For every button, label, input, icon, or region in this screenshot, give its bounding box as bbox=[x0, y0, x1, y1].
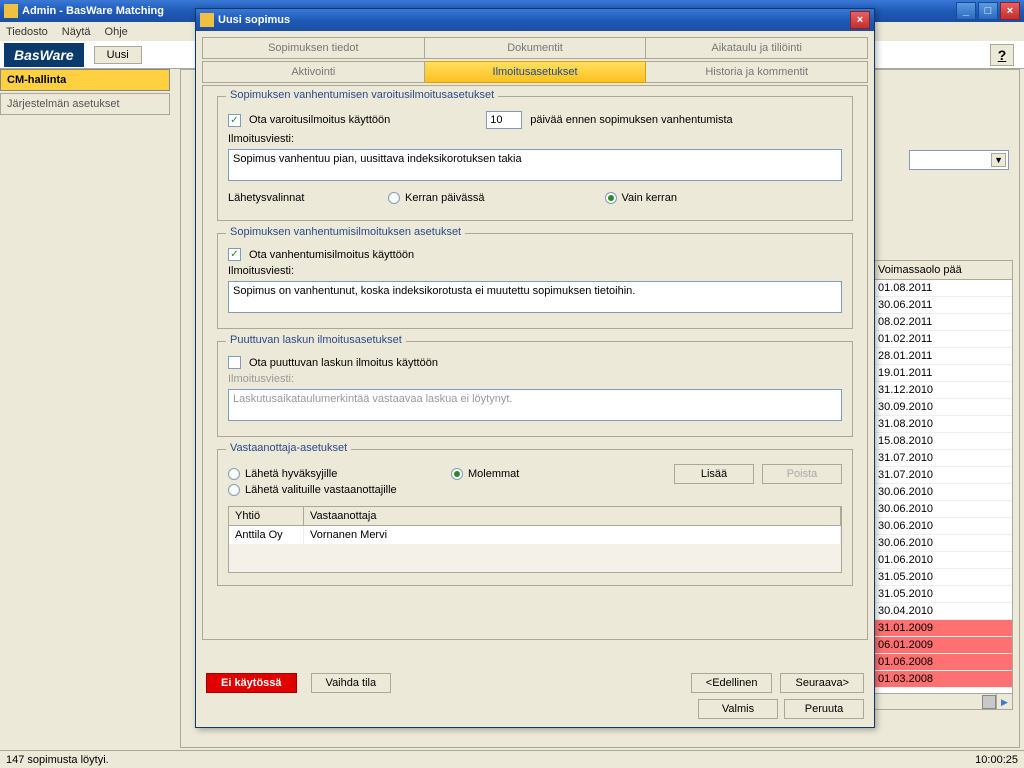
dialog-close-button[interactable]: × bbox=[850, 11, 870, 29]
validity-row[interactable]: 30.06.2010 bbox=[874, 484, 1012, 501]
tab[interactable]: Dokumentit bbox=[425, 37, 647, 59]
h-scrollbar[interactable]: ▶ bbox=[874, 693, 1012, 709]
validity-row[interactable]: 08.02.2011 bbox=[874, 314, 1012, 331]
days-input[interactable] bbox=[486, 111, 522, 129]
validity-row[interactable]: 01.02.2011 bbox=[874, 331, 1012, 348]
recipient-row[interactable]: Anttila Oy Vornanen Mervi bbox=[229, 526, 841, 544]
enable-expiry-label: Ota vanhentumisilmoitus käyttöön bbox=[249, 249, 414, 261]
validity-table: Voimassaolo pää 01.08.201130.06.201108.0… bbox=[873, 260, 1013, 710]
validity-row[interactable]: 31.07.2010 bbox=[874, 467, 1012, 484]
minimize-button[interactable]: _ bbox=[956, 2, 976, 20]
enable-expiry-checkbox[interactable]: ✓ bbox=[228, 248, 241, 261]
dialog-titlebar: Uusi sopimus × bbox=[196, 9, 874, 31]
validity-body[interactable]: 01.08.201130.06.201108.02.201101.02.2011… bbox=[874, 280, 1012, 696]
tab[interactable]: Historia ja kommentit bbox=[646, 61, 868, 83]
validity-header[interactable]: Voimassaolo pää bbox=[874, 261, 1012, 280]
validity-row[interactable]: 15.08.2010 bbox=[874, 433, 1012, 450]
validity-row[interactable]: 28.01.2011 bbox=[874, 348, 1012, 365]
missing-invoice-group: Puuttuvan laskun ilmoitusasetukset Ota p… bbox=[217, 341, 853, 437]
logo: BasWare bbox=[4, 43, 84, 67]
validity-row[interactable]: 30.04.2010 bbox=[874, 603, 1012, 620]
filter-dropdown[interactable] bbox=[909, 150, 1009, 170]
warning-legend: Sopimuksen vanhentumisen varoitusilmoitu… bbox=[226, 89, 498, 101]
dialog-title: Uusi sopimus bbox=[218, 14, 850, 26]
close-button[interactable]: × bbox=[1000, 2, 1020, 20]
next-button[interactable]: Seuraava> bbox=[780, 673, 864, 693]
new-contract-dialog: Uusi sopimus × Sopimuksen tiedotDokument… bbox=[195, 8, 875, 728]
warning-settings-group: Sopimuksen vanhentumisen varoitusilmoitu… bbox=[217, 96, 853, 221]
maximize-button[interactable]: □ bbox=[978, 2, 998, 20]
sidebar-item[interactable]: CM-hallinta bbox=[0, 69, 170, 91]
statusbar: 147 sopimusta löytyi. 10:00:25 bbox=[0, 750, 1024, 768]
recipient-legend: Vastaanottaja-asetukset bbox=[226, 442, 351, 454]
cancel-button[interactable]: Peruuta bbox=[784, 699, 864, 719]
validity-row[interactable]: 01.08.2011 bbox=[874, 280, 1012, 297]
prev-button[interactable]: <Edellinen bbox=[691, 673, 773, 693]
enable-missing-label: Ota puuttuvan laskun ilmoitus käyttöön bbox=[249, 357, 438, 369]
radio-daily[interactable] bbox=[388, 192, 400, 204]
missing-legend: Puuttuvan laskun ilmoitusasetukset bbox=[226, 334, 406, 346]
radio-approvers[interactable] bbox=[228, 468, 240, 480]
menu-help[interactable]: Ohje bbox=[105, 26, 128, 38]
th-recipient[interactable]: Vastaanottaja bbox=[304, 507, 841, 525]
add-recipient-button[interactable]: Lisää bbox=[674, 464, 754, 484]
msg2-label: Ilmoitusviesti: bbox=[228, 265, 294, 277]
send-options-label: Lähetysvalinnat bbox=[228, 192, 358, 204]
msg2-textarea[interactable] bbox=[228, 281, 842, 313]
validity-row[interactable]: 31.05.2010 bbox=[874, 569, 1012, 586]
validity-row[interactable]: 19.01.2011 bbox=[874, 365, 1012, 382]
enable-warning-label: Ota varoitusilmoitus käyttöön bbox=[249, 114, 390, 126]
validity-row[interactable]: 30.06.2010 bbox=[874, 535, 1012, 552]
radio-selected[interactable] bbox=[228, 484, 240, 496]
enable-missing-checkbox[interactable] bbox=[228, 356, 241, 369]
validity-row[interactable]: 31.05.2010 bbox=[874, 586, 1012, 603]
new-button[interactable]: Uusi bbox=[94, 46, 142, 64]
ok-button[interactable]: Valmis bbox=[698, 699, 778, 719]
status-time: 10:00:25 bbox=[975, 754, 1018, 766]
dialog-icon bbox=[200, 13, 214, 27]
app-icon bbox=[4, 4, 18, 18]
validity-row[interactable]: 30.06.2010 bbox=[874, 518, 1012, 535]
status-text: 147 sopimusta löytyi. bbox=[6, 754, 109, 766]
delete-recipient-button: Poista bbox=[762, 464, 842, 484]
th-company[interactable]: Yhtiö bbox=[229, 507, 304, 525]
expiry-legend: Sopimuksen vanhentumisilmoituksen asetuk… bbox=[226, 226, 465, 238]
validity-row[interactable]: 30.06.2011 bbox=[874, 297, 1012, 314]
toggle-state-button[interactable]: Vaihda tila bbox=[311, 673, 392, 693]
radio-both[interactable] bbox=[451, 468, 463, 480]
tab[interactable]: Aikataulu ja tiliöinti bbox=[646, 37, 868, 59]
validity-row[interactable]: 01.03.2008 bbox=[874, 671, 1012, 688]
sidebar-item[interactable]: Järjestelmän asetukset bbox=[0, 93, 170, 115]
days-after-label: päivää ennen sopimuksen vanhentumista bbox=[530, 114, 732, 126]
status-button[interactable]: Ei käytössä bbox=[206, 673, 297, 693]
validity-row[interactable]: 31.08.2010 bbox=[874, 416, 1012, 433]
validity-row[interactable]: 31.12.2010 bbox=[874, 382, 1012, 399]
validity-row[interactable]: 30.06.2010 bbox=[874, 501, 1012, 518]
help-button[interactable]: ? bbox=[990, 44, 1014, 66]
enable-warning-checkbox[interactable]: ✓ bbox=[228, 114, 241, 127]
recipient-group: Vastaanottaja-asetukset Lähetä hyväksyji… bbox=[217, 449, 853, 586]
expiry-settings-group: Sopimuksen vanhentumisilmoituksen asetuk… bbox=[217, 233, 853, 329]
tab[interactable]: Aktivointi bbox=[202, 61, 425, 83]
tab[interactable]: Ilmoitusasetukset bbox=[425, 61, 647, 83]
menu-view[interactable]: Näytä bbox=[62, 26, 91, 38]
validity-row[interactable]: 30.09.2010 bbox=[874, 399, 1012, 416]
validity-row[interactable]: 01.06.2010 bbox=[874, 552, 1012, 569]
tab[interactable]: Sopimuksen tiedot bbox=[202, 37, 425, 59]
msg1-textarea[interactable] bbox=[228, 149, 842, 181]
menu-file[interactable]: Tiedosto bbox=[6, 26, 48, 38]
validity-row[interactable]: 31.01.2009 bbox=[874, 620, 1012, 637]
validity-row[interactable]: 01.06.2008 bbox=[874, 654, 1012, 671]
radio-once[interactable] bbox=[605, 192, 617, 204]
msg1-label: Ilmoitusviesti: bbox=[228, 133, 294, 145]
msg3-label: Ilmoitusviesti: bbox=[228, 373, 294, 385]
validity-row[interactable]: 06.01.2009 bbox=[874, 637, 1012, 654]
validity-row[interactable]: 31.07.2010 bbox=[874, 450, 1012, 467]
recipient-table: Yhtiö Vastaanottaja Anttila Oy Vornanen … bbox=[228, 506, 842, 573]
msg3-textarea bbox=[228, 389, 842, 421]
